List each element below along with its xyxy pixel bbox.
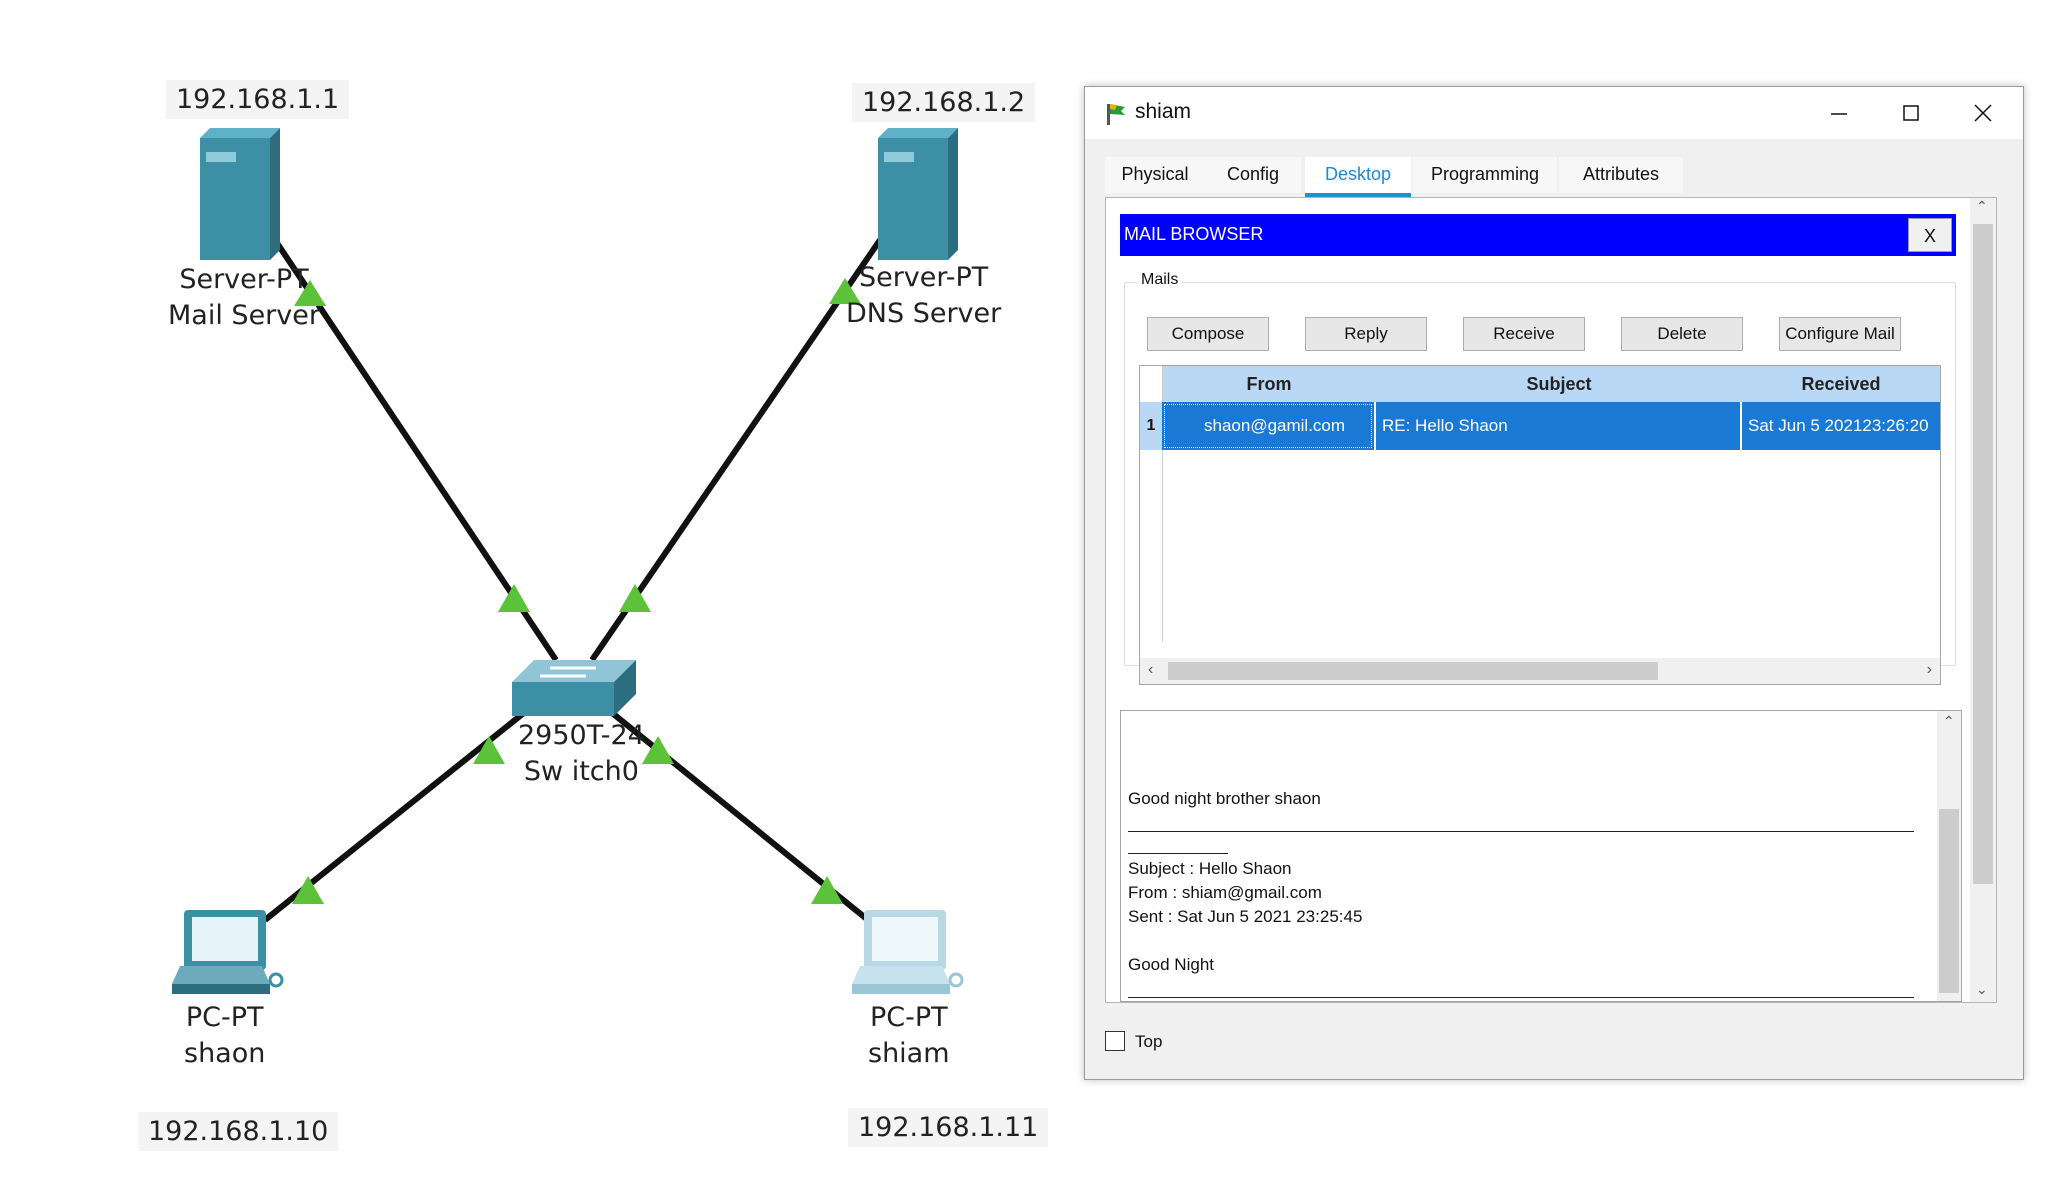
cell-subject[interactable]: RE: Hello Shaon (1376, 402, 1740, 450)
mail-list-table[interactable]: From Subject Received 1 shaon@gamil.com … (1139, 365, 1941, 685)
device-name: shaon (184, 1038, 266, 1069)
window-title: shiam (1135, 100, 1192, 123)
maximize-icon (1903, 105, 1919, 121)
minimize-icon (1831, 113, 1847, 115)
desktop-panel: MAIL BROWSER X Mails Compose Reply Recei… (1105, 197, 1997, 1003)
table-header: From Subject Received (1140, 366, 1940, 402)
quoted-subject: Subject : Hello Shaon (1128, 859, 1292, 878)
link-up-indicator (498, 584, 530, 612)
scroll-down-icon[interactable]: ⌄ (1976, 981, 1988, 998)
top-checkbox-label: Top (1135, 1032, 1163, 1051)
mail-body-line: Good night brother shaon (1128, 789, 1321, 808)
device-window: shiam Physical Config Desktop Programmin… (1084, 86, 2024, 1080)
column-header-subject[interactable]: Subject (1376, 366, 1742, 402)
device-label-dns-server: Server-PT DNS Server (846, 260, 1001, 332)
panel-vertical-scrollbar[interactable]: ⌃ ⌄ (1970, 198, 1996, 1002)
scroll-up-icon[interactable]: ⌃ (1976, 198, 1988, 215)
scroll-right-icon[interactable]: › (1927, 661, 1932, 679)
scrollbar-thumb[interactable] (1973, 224, 1993, 884)
cell-from[interactable]: shaon@gamil.com (1162, 402, 1374, 450)
table-corner (1140, 366, 1163, 402)
ip-label-mail-server: 192.168.1.1 (166, 80, 350, 119)
server-icon[interactable] (878, 128, 958, 260)
divider (1128, 831, 1914, 832)
tab-programming[interactable]: Programming (1413, 157, 1557, 193)
divider (1128, 997, 1914, 998)
device-type: PC-PT (185, 1002, 264, 1033)
mail-body-view[interactable]: Good night brother shaon Subject : Hello… (1120, 710, 1962, 1002)
scrollbar-thumb[interactable] (1168, 662, 1658, 680)
device-name: shiam (868, 1038, 950, 1069)
tab-desktop[interactable]: Desktop (1305, 157, 1411, 198)
mails-group-label: Mails (1137, 271, 1183, 289)
quoted-sent: Sent : Sat Jun 5 2021 23:25:45 (1128, 907, 1363, 926)
device-name: DNS Server (846, 298, 1002, 329)
ip-label-dns-server: 192.168.1.2 (852, 83, 1036, 122)
device-type: 2950T-24 (518, 720, 645, 751)
compose-button[interactable]: Compose (1147, 317, 1269, 351)
minimize-button[interactable] (1803, 91, 1875, 135)
vertical-scrollbar[interactable]: ⌃ (1937, 711, 1961, 1001)
maximize-button[interactable] (1875, 91, 1947, 135)
mails-group: Mails Compose Reply Receive Delete Confi… (1124, 271, 1956, 685)
packet-tracer-icon (1107, 104, 1125, 125)
device-type: Server-PT (858, 262, 989, 293)
ip-label-pc-shaon: 192.168.1.10 (138, 1112, 339, 1151)
cell-received[interactable]: Sat Jun 5 202123:26:20 (1742, 402, 1940, 450)
quoted-message: Good Night (1128, 955, 1214, 974)
row-number: 1 (1140, 402, 1162, 450)
device-name: Sw itch0 (523, 756, 639, 787)
server-icon[interactable] (200, 128, 280, 260)
horizontal-scrollbar[interactable]: ‹ › (1140, 658, 1940, 684)
close-button[interactable] (1947, 91, 2019, 135)
tab-bar: Physical Config Desktop Programming Attr… (1105, 157, 2003, 198)
title-bar[interactable]: shiam (1085, 87, 2023, 139)
scrollbar-thumb[interactable] (1939, 809, 1959, 993)
configure-mail-button[interactable]: Configure Mail (1779, 317, 1901, 351)
top-checkbox[interactable] (1105, 1031, 1125, 1051)
link-up-indicator (619, 584, 651, 612)
close-icon (1974, 104, 1992, 122)
topology-canvas: 192.168.1.1 192.168.1.2 192.168.1.10 192… (0, 0, 1080, 1178)
divider (1128, 853, 1228, 854)
tab-config[interactable]: Config (1205, 157, 1301, 193)
mail-browser-close-button[interactable]: X (1908, 218, 1952, 252)
ip-label-pc-shiam: 192.168.1.11 (848, 1108, 1049, 1147)
delete-button[interactable]: Delete (1621, 317, 1743, 351)
device-name: Mail Server (168, 300, 320, 331)
quoted-from: From : shiam@gmail.com (1128, 883, 1322, 902)
receive-button[interactable]: Receive (1463, 317, 1585, 351)
switch-icon[interactable] (512, 660, 636, 716)
table-row[interactable]: 1 shaon@gamil.com RE: Hello Shaon Sat Ju… (1140, 402, 1940, 450)
mail-browser-title: MAIL BROWSER (1124, 224, 1264, 244)
device-type: PC-PT (869, 1002, 948, 1033)
column-header-from[interactable]: From (1162, 366, 1376, 402)
device-label-pc-shaon: PC-PT shaon (184, 1000, 265, 1072)
reply-button[interactable]: Reply (1305, 317, 1427, 351)
tab-attributes[interactable]: Attributes (1559, 157, 1683, 193)
scroll-up-icon[interactable]: ⌃ (1943, 713, 1955, 730)
tab-physical[interactable]: Physical (1105, 157, 1205, 193)
pc-icon[interactable] (172, 910, 284, 994)
device-label-pc-shiam: PC-PT shiam (868, 1000, 950, 1072)
pc-icon[interactable] (852, 910, 964, 994)
column-header-received[interactable]: Received (1742, 366, 1940, 402)
device-label-mail-server: Server-PT Mail Server (168, 262, 320, 334)
scroll-left-icon[interactable]: ‹ (1148, 661, 1153, 679)
device-label-switch: 2950T-24 Sw itch0 (518, 718, 645, 790)
mail-browser-header: MAIL BROWSER X (1120, 214, 1956, 256)
device-type: Server-PT (179, 264, 309, 295)
